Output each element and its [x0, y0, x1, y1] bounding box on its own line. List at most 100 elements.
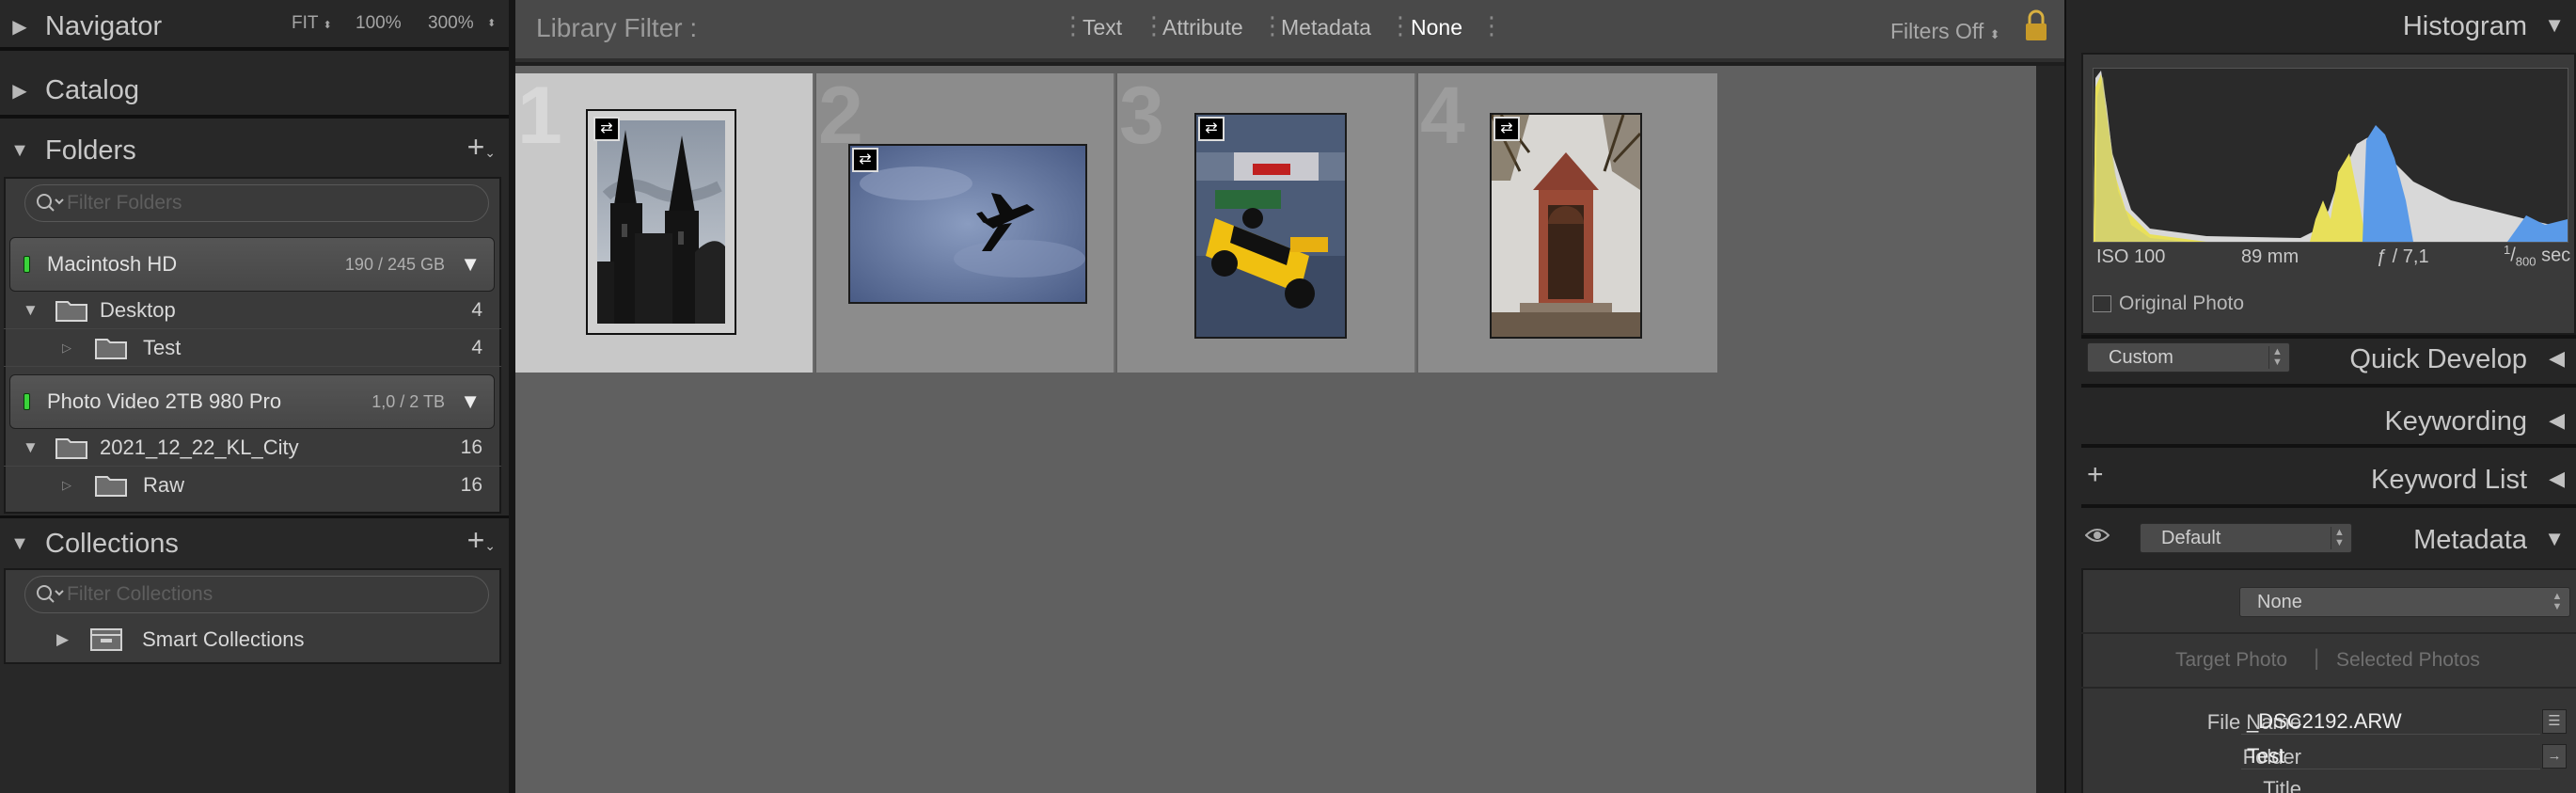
library-filter-bar: Library Filter : ⋮ Text ⋮ Attribute ⋮ Me… [515, 0, 2064, 62]
folders-header[interactable]: ▼ Folders [0, 124, 509, 177]
church-photo-icon [597, 120, 725, 324]
collections-search-input[interactable]: Filter Collections [24, 576, 489, 613]
collections-header[interactable]: ▼ Collections [0, 517, 509, 570]
grid-cell-1[interactable]: 1 ⇄ [515, 71, 814, 373]
keyword-list-header[interactable]: Keyword List [2066, 453, 2576, 506]
divider [0, 47, 509, 51]
left-panel: ▶ Navigator FIT ⬍ 100% 300% ⬍ ▶ Catalog … [0, 0, 509, 793]
folder-count: 16 [460, 436, 482, 458]
folder-row-desktop[interactable]: ▼ Desktop 4 [4, 292, 501, 329]
divider [0, 115, 509, 119]
filter-metadata-tab[interactable]: Metadata [1281, 15, 1371, 40]
keywording-header[interactable]: Keywording [2066, 395, 2576, 448]
smart-collections-row[interactable]: ▶ Smart Collections [6, 619, 499, 660]
separator-dots: ⋮ [1260, 11, 1285, 40]
nav-300-label: 300% [428, 13, 474, 33]
volume-name: Macintosh HD [47, 252, 178, 276]
folder-value[interactable]: Test [2241, 744, 2540, 769]
airplane-photo-icon [850, 146, 1085, 302]
right-panel: Histogram ▼ ISO 100 89 mm ƒ / 7,1 1/800 … [2066, 0, 2576, 793]
separator-dots: ⋮ [1142, 11, 1166, 40]
selected-photos-tab[interactable]: Selected Photos [2336, 649, 2480, 672]
race-car-photo-icon [1196, 115, 1345, 337]
up-down-icon: ⬍ [487, 18, 497, 29]
thumbnail-doorway[interactable]: ⇄ [1490, 113, 1642, 339]
grid-cell-3[interactable]: 3 ⇄ [1117, 71, 1416, 373]
folder-count: 4 [471, 336, 482, 358]
volume-size: 1,0 / 2 TB [371, 391, 445, 411]
grid-cell-4[interactable]: 4 ⇄ [1418, 71, 1717, 373]
volume-menu-triangle-icon[interactable]: ▼ [460, 389, 481, 414]
histogram-header[interactable]: Histogram [2066, 0, 2576, 53]
separator-dots: ⋮ [1479, 11, 1504, 40]
filter-none-tab[interactable]: None [1411, 15, 1462, 40]
volume-photo-video[interactable]: Photo Video 2TB 980 Pro 1,0 / 2 TB ▼ [9, 374, 495, 429]
expand-left-triangle-icon[interactable]: ◀ [2549, 467, 2565, 491]
add-folder-plus-icon[interactable]: +⌄ [467, 130, 496, 165]
thumbnail-airplane[interactable]: ⇄ [848, 144, 1087, 304]
collapse-triangle-icon: ▼ [10, 139, 29, 161]
folders-search-input[interactable]: Filter Folders [24, 184, 489, 222]
metadata-title: Metadata [2413, 525, 2527, 555]
target-photo-tab[interactable]: Target Photo [2175, 649, 2287, 672]
folder-icon [94, 473, 128, 498]
volume-macintosh-hd[interactable]: Macintosh HD 190 / 245 GB ▼ [9, 237, 495, 292]
nav-100-option[interactable]: 100% [356, 13, 402, 34]
nav-300-option[interactable]: 300% [428, 13, 474, 34]
divider [2081, 687, 2576, 689]
folder-icon [94, 336, 128, 360]
nav-fit-option[interactable]: FIT ⬍ [292, 13, 332, 34]
histogram-graph[interactable] [2093, 68, 2568, 243]
folder-count: 4 [471, 298, 482, 321]
collapse-triangle-icon[interactable]: ▼ [2544, 13, 2565, 38]
checkbox[interactable] [2093, 295, 2111, 312]
edit-sync-badge-icon: ⇄ [593, 117, 620, 141]
catalog-header[interactable]: ▶ Catalog [0, 64, 509, 117]
smart-collections-label: Smart Collections [142, 627, 305, 651]
expand-left-triangle-icon[interactable]: ◀ [2549, 346, 2565, 371]
expand-triangle-icon: ▷ [62, 340, 71, 355]
filters-off-dropdown[interactable]: Filters Off ⬍ [1890, 19, 2000, 44]
volume-menu-triangle-icon[interactable]: ▼ [460, 252, 481, 277]
aperture-value: ƒ / 7,1 [2377, 246, 2429, 267]
folder-name: Desktop [100, 297, 176, 322]
thumbnail-church[interactable]: ⇄ [586, 109, 736, 335]
folder-row-raw[interactable]: ▷ Raw 16 [4, 467, 501, 504]
volume-name: Photo Video 2TB 980 Pro [47, 389, 282, 413]
collapse-triangle-icon: ▼ [23, 437, 39, 456]
edit-sync-badge-icon: ⇄ [1493, 117, 1520, 141]
divider [2081, 632, 2576, 634]
grid-cell-2[interactable]: 2 ⇄ [816, 71, 1115, 373]
expand-triangle-icon: ▶ [12, 16, 27, 38]
folder-icon [55, 298, 88, 323]
metadata-preset-dropdown[interactable]: None ▲ ▼ [2239, 587, 2570, 617]
expand-left-triangle-icon[interactable]: ◀ [2549, 408, 2565, 433]
metadata-preset-dropdown-value: None [2257, 592, 2302, 612]
volume-size: 190 / 245 GB [344, 254, 445, 274]
lock-icon[interactable] [2023, 9, 2049, 48]
separator-dots: ⋮ [1388, 11, 1413, 40]
original-photo-toggle[interactable]: Original Photo [2093, 292, 2244, 316]
cell-index-number: 1 [517, 71, 562, 161]
quick-develop-header[interactable]: Quick Develop [2066, 333, 2576, 386]
title-input[interactable] [2241, 777, 2567, 793]
volume-status-led-icon [24, 256, 30, 273]
filter-text-tab[interactable]: Text [1083, 15, 1122, 40]
keyword-list-title: Keyword List [2370, 465, 2527, 495]
add-collection-plus-icon[interactable]: +⌄ [467, 523, 496, 558]
file-name-value[interactable]: _DSC2192.ARW [2241, 709, 2540, 735]
go-to-folder-icon[interactable]: → [2542, 744, 2567, 769]
collapse-triangle-icon[interactable]: ▼ [2544, 527, 2565, 551]
grid-scrollbar[interactable] [2036, 66, 2064, 793]
folder-row-test[interactable]: ▷ Test 4 [4, 329, 501, 367]
search-icon [35, 582, 67, 607]
metadata-header[interactable]: Metadata [2066, 514, 2576, 566]
collections-title: Collections [45, 528, 179, 559]
list-icon[interactable]: ☰ [2542, 709, 2567, 734]
search-icon [35, 191, 67, 215]
separator-bar: | [2314, 645, 2320, 671]
thumbnail-race-car[interactable]: ⇄ [1194, 113, 1347, 339]
filter-attribute-tab[interactable]: Attribute [1162, 15, 1243, 40]
folder-row-kl-city[interactable]: ▼ 2021_12_22_KL_City 16 [4, 429, 501, 467]
stepper-arrows-icon: ▲ ▼ [2552, 591, 2563, 612]
